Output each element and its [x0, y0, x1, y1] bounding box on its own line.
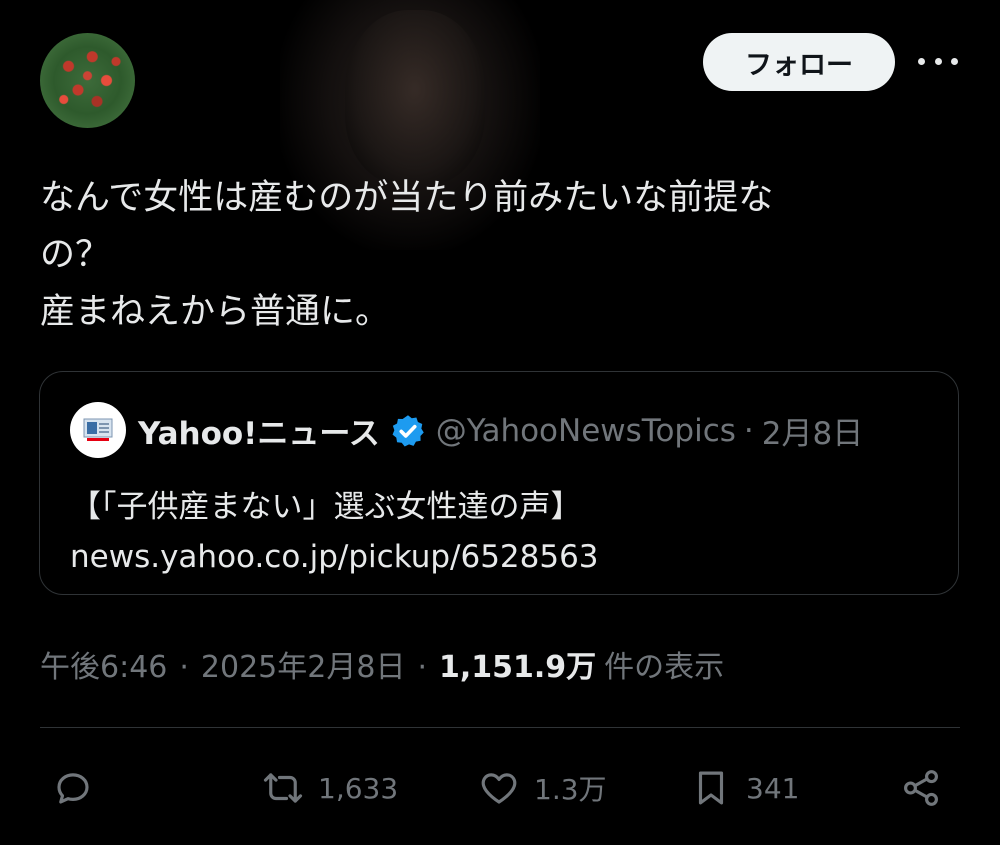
tweet-date[interactable]: 2025年2月8日 — [201, 642, 406, 686]
like-button[interactable]: 1.3万 — [478, 758, 607, 818]
divider — [40, 727, 960, 728]
quoted-avatar — [70, 402, 126, 458]
background-photo-figure — [345, 10, 485, 185]
retweet-count: 1,633 — [318, 771, 399, 805]
quoted-body: 【「子供産まない」選ぶ女性達の声】 news.yahoo.co.jp/picku… — [70, 482, 599, 582]
reply-button[interactable] — [52, 758, 108, 818]
separator: · — [743, 412, 754, 449]
follow-button[interactable]: フォロー — [703, 33, 895, 91]
tweet-text-line: の？ — [40, 235, 111, 275]
tweet-text: なんで女性は産むのが当たり前みたいな前提な の？ 産まねえから普通に。 — [40, 170, 920, 341]
separator: · — [179, 650, 189, 685]
heart-icon — [481, 773, 517, 804]
views-count: 1,151.9万 — [439, 650, 597, 685]
separator: · — [417, 650, 427, 685]
retweet-icon — [263, 773, 303, 803]
quoted-header: Yahoo!ニュース @YahooNewsTopics · 2月8日 — [138, 408, 863, 453]
tweet-meta: 午後6:46 · 2025年2月8日 · 1,151.9万 件の表示 — [40, 642, 724, 686]
verified-badge-icon — [392, 414, 424, 446]
quoted-body-line: 【「子供産まない」選ぶ女性達の声】 — [70, 489, 582, 525]
retweet-button[interactable]: 1,633 — [262, 758, 398, 818]
more-horizontal-icon[interactable] — [918, 50, 958, 72]
like-count: 1.3万 — [534, 773, 607, 806]
quoted-date: 2月8日 — [761, 416, 864, 452]
user-avatar[interactable] — [40, 33, 135, 128]
bookmark-icon — [698, 771, 724, 805]
tweet-text-line: なんで女性は産むのが当たり前みたいな前提な — [40, 178, 774, 218]
reply-icon — [57, 773, 89, 804]
quoted-display-name[interactable]: Yahoo!ニュース — [138, 408, 380, 453]
quoted-link[interactable]: news.yahoo.co.jp/pickup/6528563 — [70, 532, 599, 582]
share-button[interactable] — [900, 758, 942, 818]
yahoo-logo-icon — [83, 418, 113, 442]
action-bar: 1,633 1.3万 341 — [0, 758, 1000, 818]
quoted-tweet-card[interactable]: Yahoo!ニュース @YahooNewsTopics · 2月8日 【「子供産… — [39, 371, 959, 595]
views-label: 件の表示 — [604, 650, 725, 685]
tweet-time[interactable]: 午後6:46 — [40, 642, 167, 686]
bookmark-button[interactable]: 341 — [690, 758, 799, 818]
tweet-text-line: 産まねえから普通に。 — [40, 292, 391, 332]
share-icon — [904, 770, 938, 806]
quoted-handle: @YahooNewsTopics — [435, 412, 736, 449]
bookmark-count: 341 — [746, 771, 800, 805]
